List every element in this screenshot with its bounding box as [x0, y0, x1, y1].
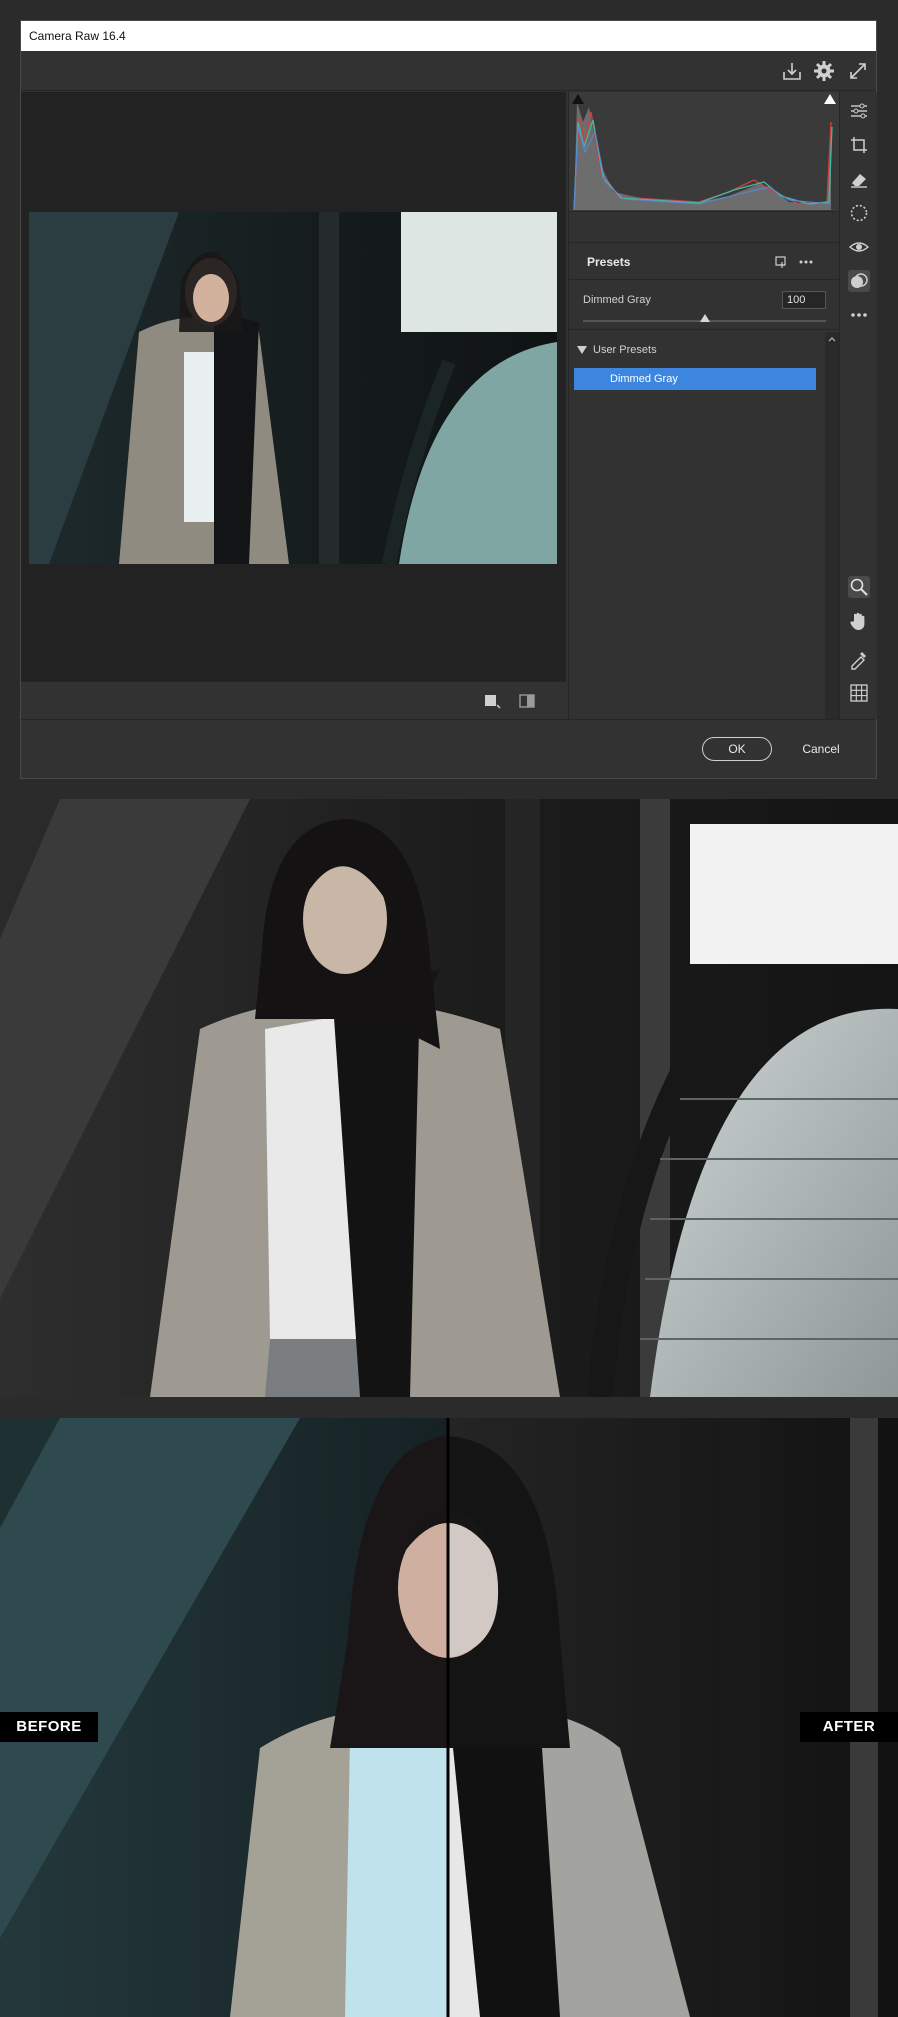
crop-icon[interactable] [848, 134, 870, 156]
preset-list-scrollbar[interactable] [825, 332, 839, 719]
view-mode-icon[interactable] [483, 692, 501, 710]
eraser-icon[interactable] [848, 168, 870, 190]
after-photo [0, 799, 898, 1397]
presets-icon[interactable] [848, 270, 870, 292]
after-label: AFTER [800, 1712, 898, 1742]
top-toolbar [21, 51, 876, 91]
mask-icon[interactable] [848, 202, 870, 224]
preset-item-selected[interactable]: Dimmed Gray [574, 368, 816, 390]
gear-icon[interactable] [813, 60, 835, 82]
hand-icon[interactable] [848, 610, 870, 632]
before-after-comparison [0, 1418, 898, 2017]
new-preset-icon[interactable] [773, 254, 789, 270]
presets-panel-header: Presets [569, 242, 839, 280]
color-sampler-icon[interactable] [848, 648, 870, 670]
right-panel: Presets Dimmed Gray 100 User Presets Dim… [568, 92, 839, 719]
zoom-icon[interactable] [848, 576, 870, 598]
disclosure-triangle-icon[interactable] [577, 346, 587, 355]
image-canvas[interactable] [21, 92, 566, 681]
grid-icon[interactable] [848, 682, 870, 704]
canvas-footer [21, 681, 566, 719]
amount-slider-thumb[interactable] [699, 314, 710, 322]
window-title: Camera Raw 16.4 [21, 21, 876, 51]
redeye-icon[interactable] [848, 236, 870, 258]
before-after-icon[interactable] [517, 692, 537, 710]
histogram [569, 92, 839, 212]
ok-button[interactable]: OK [702, 737, 772, 761]
preset-group-user-presets[interactable]: User Presets [577, 344, 657, 356]
amount-value-field[interactable]: 100 [782, 291, 826, 309]
amount-label: Dimmed Gray [583, 294, 651, 306]
more-icon[interactable] [848, 304, 870, 326]
save-icon[interactable] [781, 60, 803, 82]
edit-sliders-icon[interactable] [848, 100, 870, 122]
fullscreen-icon[interactable] [847, 60, 869, 82]
before-label: BEFORE [0, 1712, 98, 1742]
photo-preview [29, 212, 557, 564]
dialog-footer: OK Cancel [21, 719, 876, 779]
camera-raw-window: Camera Raw 16.4 Presets Dimmed Gray 100 … [20, 20, 877, 779]
tool-strip [839, 92, 877, 719]
presets-more-icon[interactable] [797, 254, 815, 270]
preset-amount-control: Dimmed Gray 100 [569, 280, 839, 330]
preset-group-label: User Presets [593, 344, 657, 356]
cancel-button[interactable]: Cancel [791, 737, 851, 761]
preset-list: User Presets Dimmed Gray [569, 332, 825, 719]
presets-title: Presets [587, 255, 631, 269]
